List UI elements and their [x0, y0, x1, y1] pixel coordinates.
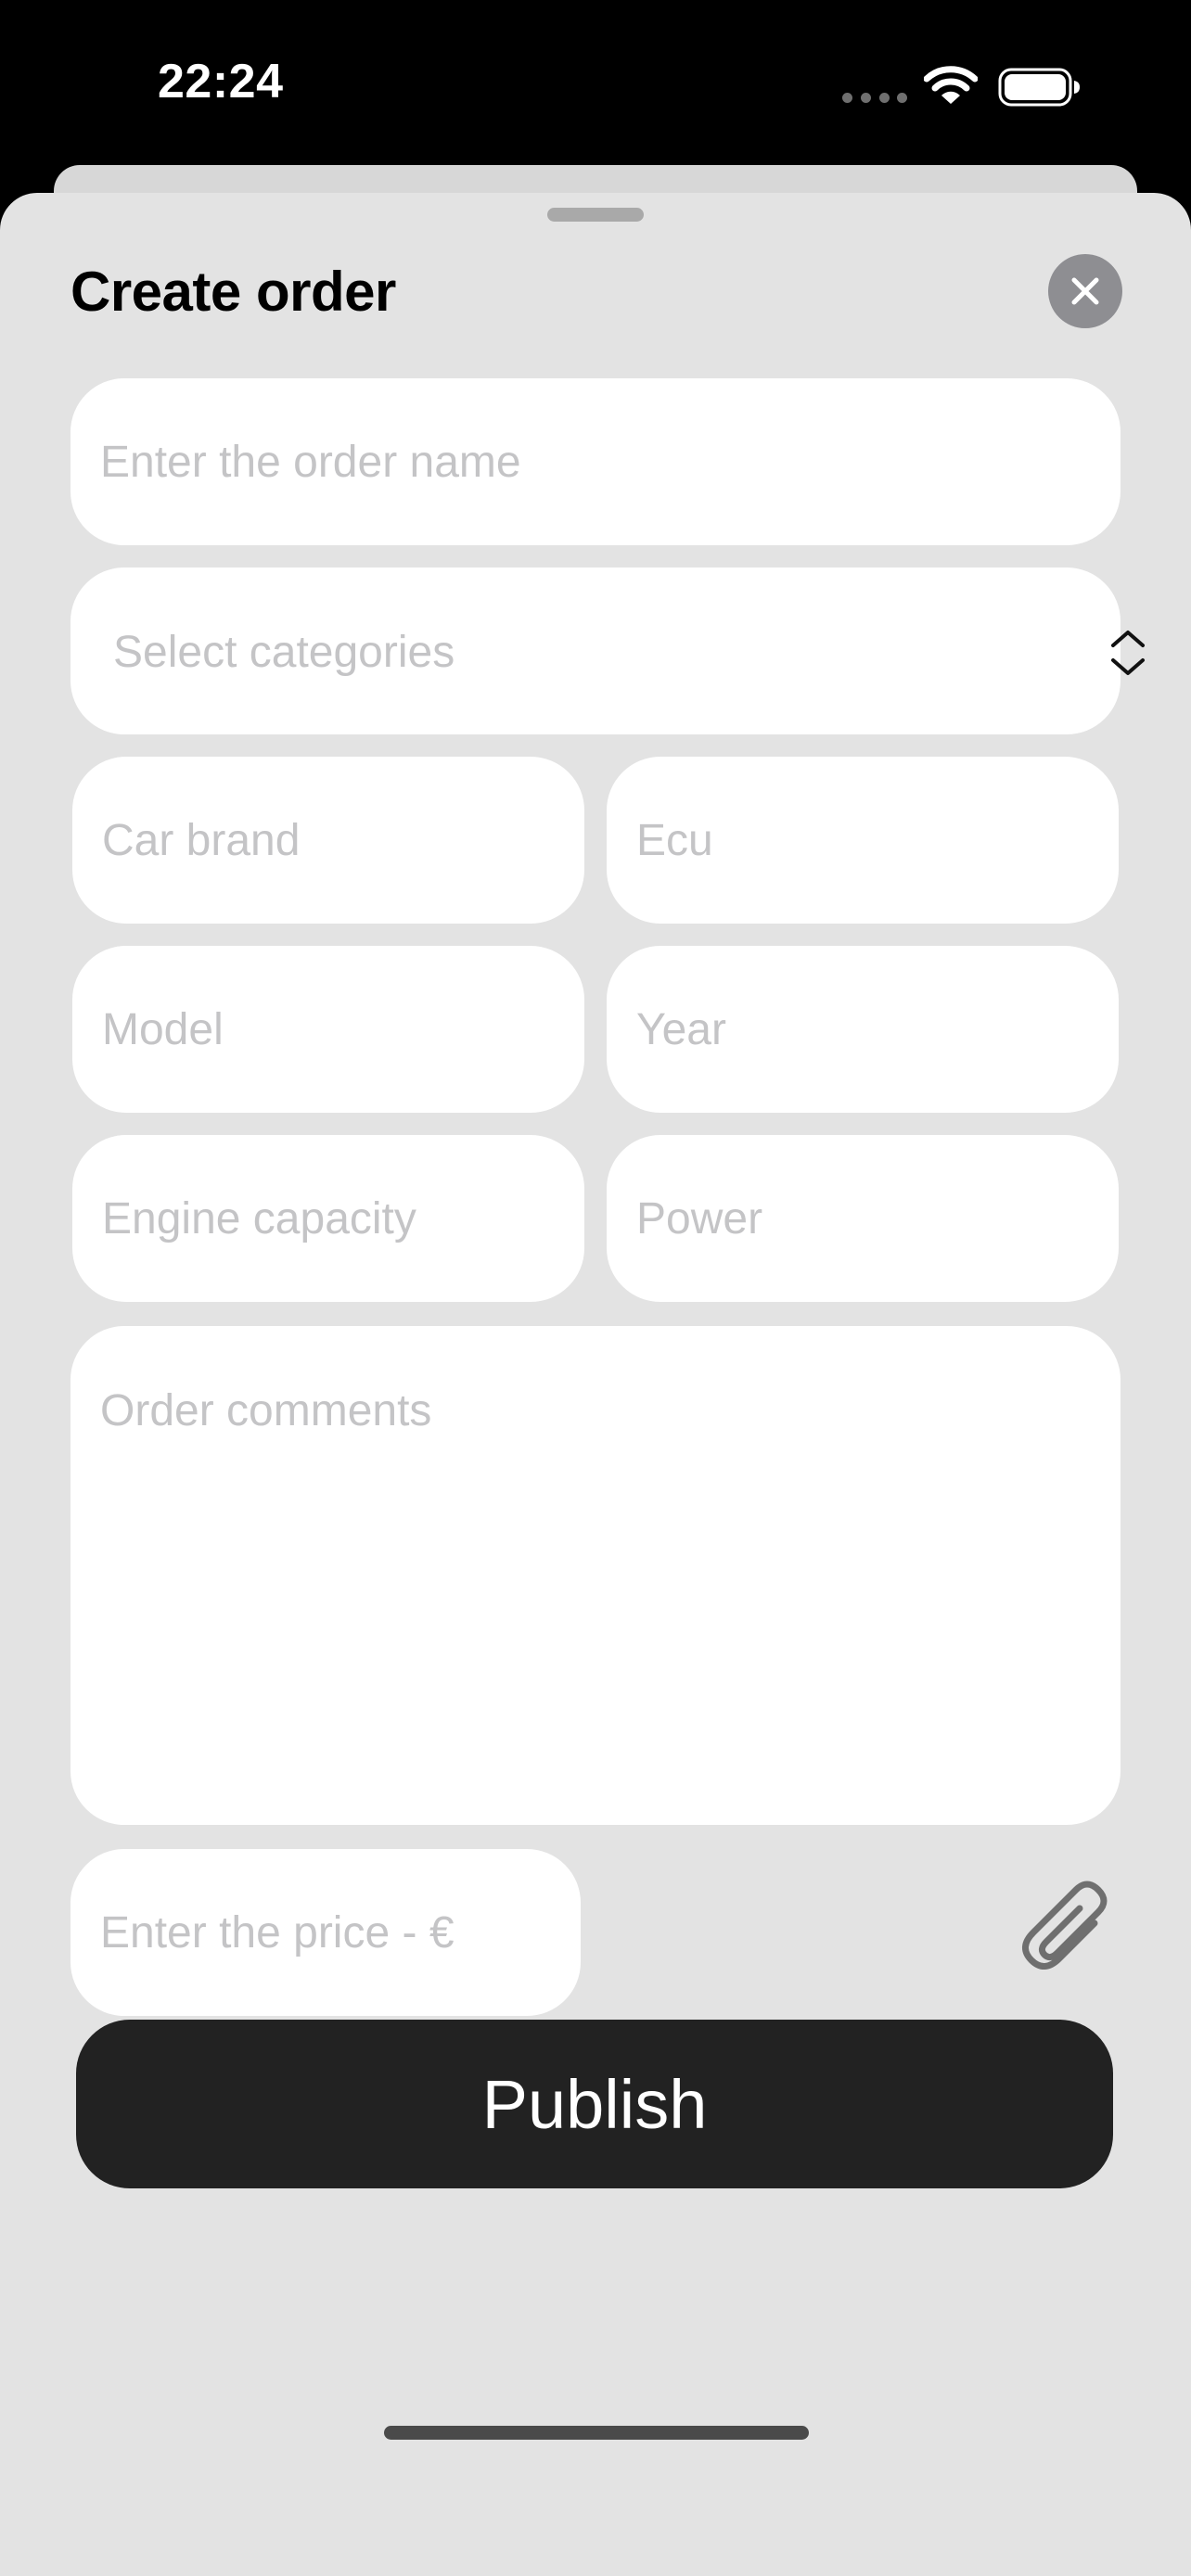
battery-icon [998, 68, 1080, 107]
year-field [607, 946, 1119, 1113]
paperclip-icon[interactable] [1011, 1875, 1122, 1986]
model-field [72, 946, 584, 1113]
home-indicator [384, 2426, 809, 2440]
power-input[interactable] [607, 1135, 1119, 1302]
order-name-field [70, 378, 1121, 545]
categories-select[interactable]: Select categories [70, 567, 1145, 734]
status-bar: 22:24 [0, 0, 1191, 167]
engine-capacity-field [72, 1135, 584, 1302]
categories-select-label: Select categories [113, 628, 455, 677]
engine-capacity-input[interactable] [72, 1135, 584, 1302]
cellular-dots-icon [842, 93, 907, 104]
chevron-up-down-icon [1111, 631, 1145, 675]
close-icon [1071, 277, 1099, 305]
close-button[interactable] [1048, 254, 1122, 328]
order-comments-field [70, 1326, 1121, 1825]
price-field [70, 1849, 581, 2016]
power-field [607, 1135, 1119, 1302]
create-order-sheet: Create order Select categories [0, 193, 1191, 2576]
sheet-grabber[interactable] [547, 208, 644, 222]
car-brand-input[interactable] [72, 757, 584, 924]
order-comments-input[interactable] [70, 1326, 1121, 1825]
status-time: 22:24 [158, 55, 284, 108]
ecu-field [607, 757, 1119, 924]
model-input[interactable] [72, 946, 584, 1113]
page-title: Create order [70, 261, 396, 323]
wifi-icon [924, 66, 978, 104]
car-brand-field [72, 757, 584, 924]
ecu-input[interactable] [607, 757, 1119, 924]
order-name-input[interactable] [70, 378, 1121, 545]
year-input[interactable] [607, 946, 1119, 1113]
publish-button[interactable]: Publish [76, 2020, 1113, 2188]
price-input[interactable] [70, 1849, 581, 2016]
